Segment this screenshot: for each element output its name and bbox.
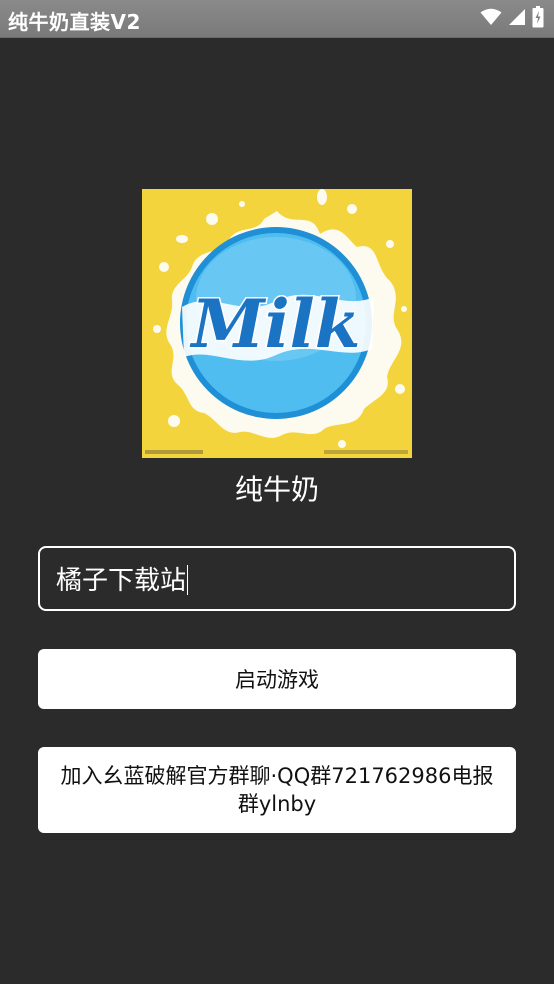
app-title: 纯牛奶直装V2 bbox=[8, 10, 141, 34]
logo-word: Milk bbox=[190, 285, 361, 363]
join-group-button[interactable]: 加入幺蓝破解官方群聊·QQ群721762986电报群ylnby bbox=[38, 747, 516, 833]
status-icons bbox=[480, 6, 544, 32]
status-bar: 纯牛奶直装V2 bbox=[0, 0, 554, 38]
text-caret bbox=[187, 565, 189, 595]
app-name-label: 纯牛奶 bbox=[234, 473, 319, 506]
battery-icon bbox=[532, 6, 544, 32]
join-group-label: 加入幺蓝破解官方群聊·QQ群721762986电报群ylnby bbox=[60, 764, 494, 816]
name-input-text: 橘子下载站 bbox=[56, 566, 187, 596]
name-input-value: 橘子下载站 bbox=[56, 560, 189, 597]
start-game-label: 启动游戏 bbox=[235, 668, 319, 692]
name-input[interactable]: 橘子下载站 bbox=[38, 546, 516, 611]
start-game-button[interactable]: 启动游戏 bbox=[38, 649, 516, 709]
milk-logo: Milk bbox=[142, 189, 412, 458]
wifi-icon bbox=[480, 8, 502, 30]
signal-icon bbox=[508, 8, 526, 30]
